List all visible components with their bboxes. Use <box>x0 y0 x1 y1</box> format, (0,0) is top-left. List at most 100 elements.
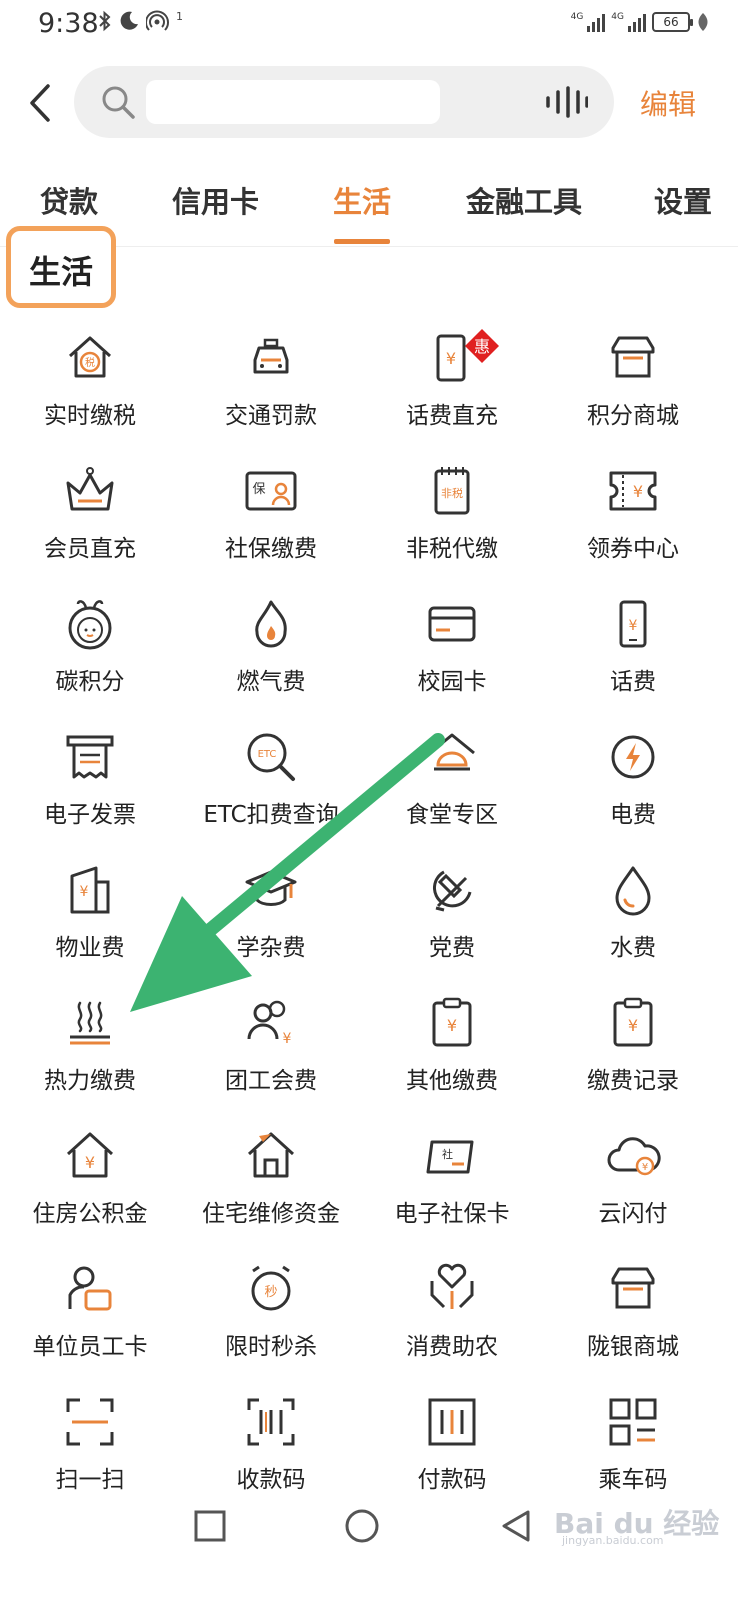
status-time: 9:38 <box>38 8 99 39</box>
service-phone-recharge[interactable]: ¥ 话费直充 <box>362 318 542 451</box>
search-icon <box>102 86 135 119</box>
back-button[interactable] <box>20 78 60 128</box>
leaf-icon <box>698 13 708 31</box>
tab-credit-card[interactable]: 信用卡 <box>172 179 259 221</box>
moon-icon <box>120 11 138 30</box>
service-member-recharge[interactable]: 会员直充 <box>0 451 180 584</box>
svg-text:税: 税 <box>85 356 95 369</box>
discount-badge-text: 惠 <box>474 337 490 356</box>
tab-finance-tools[interactable]: 金融工具 <box>466 179 582 221</box>
hotspot-icon <box>146 10 169 31</box>
svg-text:¥: ¥ <box>283 1031 292 1047</box>
cloud-pay-icon: ¥ <box>607 1137 661 1176</box>
svg-text:¥: ¥ <box>629 618 638 634</box>
service-label: 非税代缴 <box>406 536 498 562</box>
service-label: 收款码 <box>236 1467 306 1493</box>
grid-row: 碳积分 燃气费 校园卡 ¥ 话费 <box>0 584 722 717</box>
search-bar[interactable] <box>74 66 614 138</box>
grid-row: 税 实时缴税 交通罚款 ¥ 话费直充 积分商城 <box>0 318 722 451</box>
coupon-icon: ¥ <box>609 471 657 511</box>
lightning-icon <box>611 735 655 779</box>
svg-text:¥: ¥ <box>633 482 643 501</box>
service-label: 碳积分 <box>55 669 125 695</box>
service-cloud-pay[interactable]: ¥ 云闪付 <box>543 1116 723 1249</box>
tab-life[interactable]: 生活 <box>333 179 391 221</box>
home-icon[interactable] <box>342 1506 382 1546</box>
service-coupon-center[interactable]: ¥ 领券中心 <box>543 451 723 584</box>
svg-text:保: 保 <box>252 482 265 497</box>
water-drop-icon <box>615 866 651 916</box>
voice-icon[interactable] <box>544 86 588 118</box>
svg-text:¥: ¥ <box>446 349 456 368</box>
service-label: 住宅维修资金 <box>202 1201 340 1227</box>
tax-house-icon: 税 <box>68 336 112 378</box>
house-icon <box>247 1132 295 1178</box>
status-bar: 9:38 1 4G 4G 66 <box>0 0 738 52</box>
grid-row: ¥ 住房公积金 住宅维修资金 社 电子社保卡 ¥ 云闪付 <box>0 1116 722 1249</box>
search-input[interactable] <box>146 80 440 124</box>
service-label: 缴费记录 <box>587 1068 679 1094</box>
watermark-sub: jingyan.baidu.com <box>562 1534 664 1547</box>
edit-button[interactable]: 编辑 <box>640 83 696 123</box>
service-employee-card[interactable]: 单位员工卡 <box>0 1249 180 1382</box>
service-water-fee[interactable]: 水费 <box>543 850 723 983</box>
service-label: 社保缴费 <box>225 536 317 562</box>
service-campus-card[interactable]: 校园卡 <box>362 584 542 717</box>
service-label: 话费直充 <box>406 403 498 429</box>
battery-icon: 66 <box>652 12 693 32</box>
service-flash-sale[interactable]: 秒 限时秒杀 <box>181 1249 361 1382</box>
tab-settings[interactable]: 设置 <box>654 179 712 221</box>
ride-code-icon <box>609 1398 657 1446</box>
service-social-security[interactable]: 保 社保缴费 <box>181 451 361 584</box>
svg-text:¥: ¥ <box>642 1162 648 1173</box>
service-label: 燃气费 <box>236 669 306 695</box>
service-label: 水费 <box>610 935 656 961</box>
active-tab-indicator <box>334 239 390 244</box>
service-payment-record[interactable]: ¥ 缴费记录 <box>543 983 723 1116</box>
social-security-card-icon: 保 <box>245 471 297 511</box>
service-label: 付款码 <box>417 1467 487 1493</box>
green-arrow-annotation <box>130 733 445 1012</box>
service-label: 陇银商城 <box>587 1334 679 1360</box>
employee-card-icon <box>68 1266 112 1311</box>
mobile-yuan-icon: ¥ <box>619 600 647 648</box>
grid-row: 会员直充 保 社保缴费 非税 非税代缴 ¥ 领券中心 <box>0 451 722 584</box>
service-tax[interactable]: 税 实时缴税 <box>0 318 180 451</box>
svg-text:非税: 非税 <box>441 486 463 500</box>
service-label: 校园卡 <box>417 669 487 695</box>
svg-text:社: 社 <box>442 1147 453 1161</box>
service-label: 电子社保卡 <box>394 1201 510 1227</box>
bluetooth-icon <box>99 10 111 32</box>
service-maintenance-fund[interactable]: 住宅维修资金 <box>181 1116 361 1249</box>
service-carbon-points[interactable]: 碳积分 <box>0 584 180 717</box>
service-label: 限时秒杀 <box>225 1334 317 1360</box>
receive-code-icon <box>247 1398 295 1446</box>
service-label: 热力缴费 <box>44 1068 136 1094</box>
service-electricity[interactable]: 电费 <box>543 717 723 850</box>
service-traffic-fine[interactable]: 交通罚款 <box>181 318 361 451</box>
service-label: 住房公积金 <box>32 1201 148 1227</box>
housing-fund-icon: ¥ <box>66 1132 114 1178</box>
service-longyin-mall[interactable]: 陇银商城 <box>543 1249 723 1382</box>
svg-text:秒: 秒 <box>264 1285 277 1300</box>
back-icon[interactable] <box>496 1506 536 1546</box>
shop-icon <box>611 1267 655 1309</box>
service-non-tax[interactable]: 非税 非税代缴 <box>362 451 542 584</box>
service-housing-fund[interactable]: ¥ 住房公积金 <box>0 1116 180 1249</box>
recent-apps-icon[interactable] <box>190 1506 230 1546</box>
service-label: 团工会费 <box>225 1068 317 1094</box>
service-points-mall[interactable]: 积分商城 <box>543 318 723 451</box>
svg-text:¥: ¥ <box>628 1016 638 1035</box>
service-help-farmers[interactable]: 消费助农 <box>362 1249 542 1382</box>
discount-badge: 惠 <box>464 328 500 364</box>
service-e-social-card[interactable]: 社 电子社保卡 <box>362 1116 542 1249</box>
section-title-highlight: 生活 <box>6 226 116 308</box>
service-label: 云闪付 <box>598 1201 668 1227</box>
tab-loans[interactable]: 贷款 <box>40 179 98 221</box>
service-label: 实时缴税 <box>44 403 136 429</box>
service-phone-bill[interactable]: ¥ 话费 <box>543 584 723 717</box>
alarm-clock-icon: 秒 <box>251 1265 291 1311</box>
service-label: 扫一扫 <box>55 1467 125 1493</box>
service-gas-fee[interactable]: 燃气费 <box>181 584 361 717</box>
svg-text:¥: ¥ <box>80 884 89 900</box>
